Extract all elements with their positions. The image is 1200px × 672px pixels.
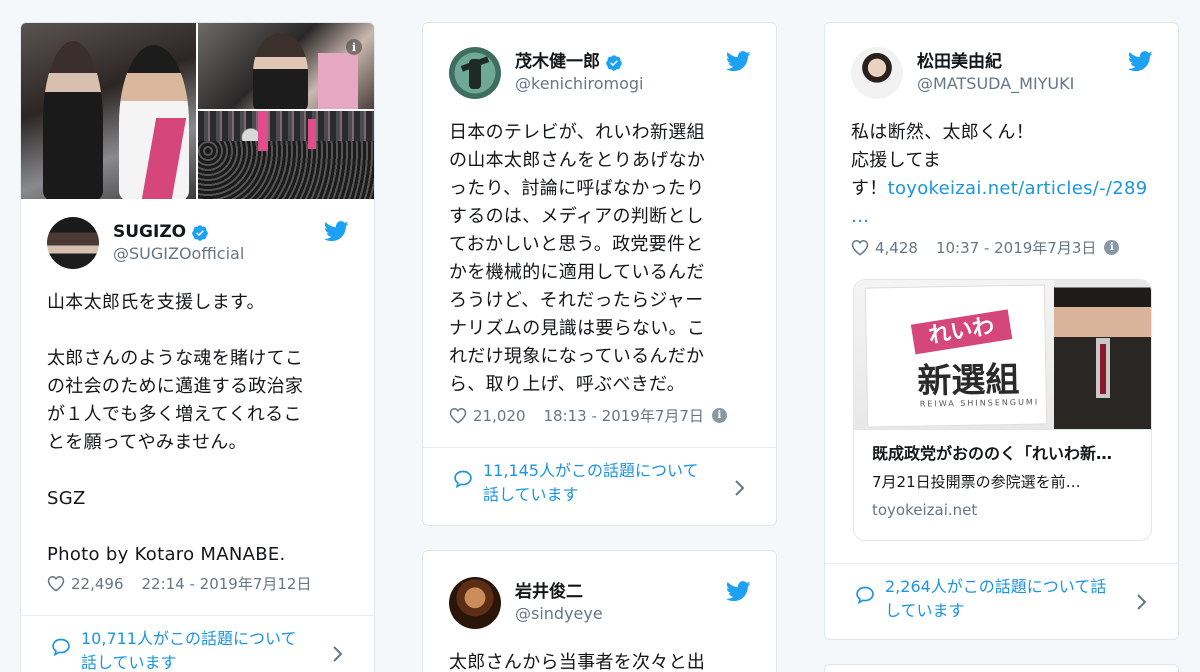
verified-badge-icon bbox=[606, 55, 622, 71]
link-preview-description: 7月21日投開票の参院選を前… bbox=[872, 473, 1081, 491]
divider bbox=[423, 447, 776, 448]
twitter-bird-icon[interactable] bbox=[1128, 51, 1153, 72]
speech-bubble-icon bbox=[454, 470, 472, 489]
person-photo bbox=[1054, 280, 1151, 429]
tweet-card-sugizo: i SUGIZO @SUGIZOofficial 山本太郎氏を支援します。 太郎… bbox=[20, 22, 375, 672]
chevron-right-icon[interactable] bbox=[1136, 593, 1148, 611]
conversation-label[interactable]: しています bbox=[885, 599, 1106, 623]
tweet-timestamp[interactable]: 18:13 - 2019年7月7日 bbox=[544, 405, 704, 426]
conversation-count[interactable]: 11,145人がこの話題について bbox=[483, 459, 699, 483]
conversation-count[interactable]: 2,264人がこの話題について話 bbox=[885, 575, 1106, 599]
heart-icon[interactable] bbox=[851, 239, 869, 256]
tweet-photo-3[interactable] bbox=[198, 111, 374, 199]
divider bbox=[21, 615, 374, 616]
tweet-card-iwai: 岩井俊二 @sindyeye 太郎さんから当事者を次々と出 bbox=[422, 550, 777, 672]
tweet-text-line: 私は断然、太郎くん！ bbox=[851, 122, 1034, 143]
avatar[interactable] bbox=[851, 47, 903, 99]
tweet-author[interactable]: 岩井俊二 @sindyeye bbox=[449, 577, 603, 629]
sign-reiwa: れいわ bbox=[910, 309, 1013, 355]
twitter-bird-icon[interactable] bbox=[726, 51, 751, 72]
tweet-author[interactable]: SUGIZO @SUGIZOofficial bbox=[47, 217, 244, 269]
divider bbox=[825, 563, 1178, 564]
avatar[interactable] bbox=[449, 577, 501, 629]
info-icon[interactable]: i bbox=[1104, 240, 1120, 255]
author-name[interactable]: 岩井俊二 bbox=[515, 582, 583, 603]
link-preview-card[interactable]: れいわ 新選組 REIWA SHINSENGUMI 既成政党がおののく「れいわ新… bbox=[853, 279, 1152, 541]
author-name[interactable]: 松田美由紀 bbox=[917, 52, 1002, 73]
sign-shinsengumi: 新選組 bbox=[917, 359, 1020, 402]
tweet-meta: 22,496 22:14 - 2019年7月12日 bbox=[47, 573, 311, 594]
author-name[interactable]: SUGIZO bbox=[113, 222, 186, 243]
info-icon[interactable]: i bbox=[711, 408, 727, 423]
tweet-author[interactable]: 茂木健一郎 @kenichiromogi bbox=[449, 47, 644, 99]
sign-romaji: REIWA SHINSENGUMI bbox=[919, 397, 1040, 409]
conversation-label[interactable]: 話しています bbox=[81, 651, 297, 672]
tweet-timestamp[interactable]: 10:37 - 2019年7月3日 bbox=[936, 237, 1096, 258]
tweet-text-line: す！ bbox=[851, 178, 888, 199]
conversation-count[interactable]: 10,711人がこの話題について bbox=[81, 627, 297, 651]
chevron-right-icon[interactable] bbox=[734, 479, 746, 497]
verified-badge-icon bbox=[192, 225, 208, 241]
like-count[interactable]: 22,496 bbox=[71, 575, 124, 593]
heart-icon[interactable] bbox=[449, 407, 467, 424]
tweet-photo-2[interactable] bbox=[198, 23, 374, 109]
twitter-bird-icon[interactable] bbox=[324, 221, 349, 242]
link-preview-image[interactable]: れいわ 新選組 REIWA SHINSENGUMI bbox=[854, 280, 1151, 430]
conversation-link[interactable]: 2,264人がこの話題について話 しています bbox=[855, 575, 1106, 623]
tweet-text-line: 応援してま bbox=[851, 150, 942, 171]
tweet-timestamp[interactable]: 22:14 - 2019年7月12日 bbox=[142, 573, 312, 594]
tweet-photo-grid[interactable]: i bbox=[21, 23, 374, 199]
like-count[interactable]: 4,428 bbox=[875, 239, 918, 257]
chevron-right-icon[interactable] bbox=[332, 645, 344, 663]
tweet-card-mogi: 茂木健一郎 @kenichiromogi 日本のテレビが、れいわ新選組 の山本太… bbox=[422, 22, 777, 526]
tweet-text: 私は断然、太郎くん！ 応援してま す！toyokeizai.net/articl… bbox=[851, 119, 1148, 231]
twitter-bird-icon[interactable] bbox=[726, 581, 751, 602]
tweet-author[interactable]: 松田美由紀 @MATSUDA_MIYUKI bbox=[851, 47, 1074, 99]
avatar[interactable] bbox=[449, 47, 501, 99]
conversation-link[interactable]: 10,711人がこの話題について 話しています bbox=[51, 627, 297, 672]
tweet-meta: 21,020 18:13 - 2019年7月7日 i bbox=[449, 405, 727, 426]
tweet-meta: 4,428 10:37 - 2019年7月3日 i bbox=[851, 237, 1120, 258]
tweet-text: 太郎さんから当事者を次々と出 bbox=[449, 652, 706, 672]
author-name[interactable]: 茂木健一郎 bbox=[515, 52, 600, 73]
tweet-text: 日本のテレビが、れいわ新選組 の山本太郎さんをとりあげなか ったり、討論に呼ばな… bbox=[449, 122, 706, 395]
link-preview-domain: toyokeizai.net bbox=[872, 501, 978, 519]
tweet-photo-1[interactable] bbox=[21, 23, 196, 199]
link-ellipsis[interactable]: … bbox=[851, 206, 869, 227]
media-info-icon[interactable]: i bbox=[346, 39, 362, 55]
tweet-card-partial bbox=[824, 664, 1179, 672]
article-link[interactable]: toyokeizai.net/articles/-/289 bbox=[888, 178, 1148, 199]
link-preview-title[interactable]: 既成政党がおののく「れいわ新… bbox=[872, 442, 1133, 466]
author-handle[interactable]: @sindyeye bbox=[515, 604, 603, 624]
avatar[interactable] bbox=[47, 217, 99, 269]
tweet-card-matsuda: 松田美由紀 @MATSUDA_MIYUKI 私は断然、太郎くん！ 応援してま す… bbox=[824, 22, 1179, 640]
author-handle[interactable]: @SUGIZOofficial bbox=[113, 244, 244, 264]
party-sign: れいわ 新選組 REIWA SHINSENGUMI bbox=[864, 284, 1048, 428]
speech-bubble-icon bbox=[52, 638, 70, 657]
author-handle[interactable]: @MATSUDA_MIYUKI bbox=[917, 74, 1074, 94]
conversation-link[interactable]: 11,145人がこの話題について 話しています bbox=[453, 459, 699, 507]
like-count[interactable]: 21,020 bbox=[473, 407, 526, 425]
heart-icon[interactable] bbox=[47, 575, 65, 592]
speech-bubble-icon bbox=[856, 586, 874, 605]
author-handle[interactable]: @kenichiromogi bbox=[515, 74, 644, 94]
tweet-text: 山本太郎氏を支援します。 太郎さんのような魂を賭けてこ の社会のために邁進する政… bbox=[47, 292, 304, 565]
conversation-label[interactable]: 話しています bbox=[483, 483, 699, 507]
